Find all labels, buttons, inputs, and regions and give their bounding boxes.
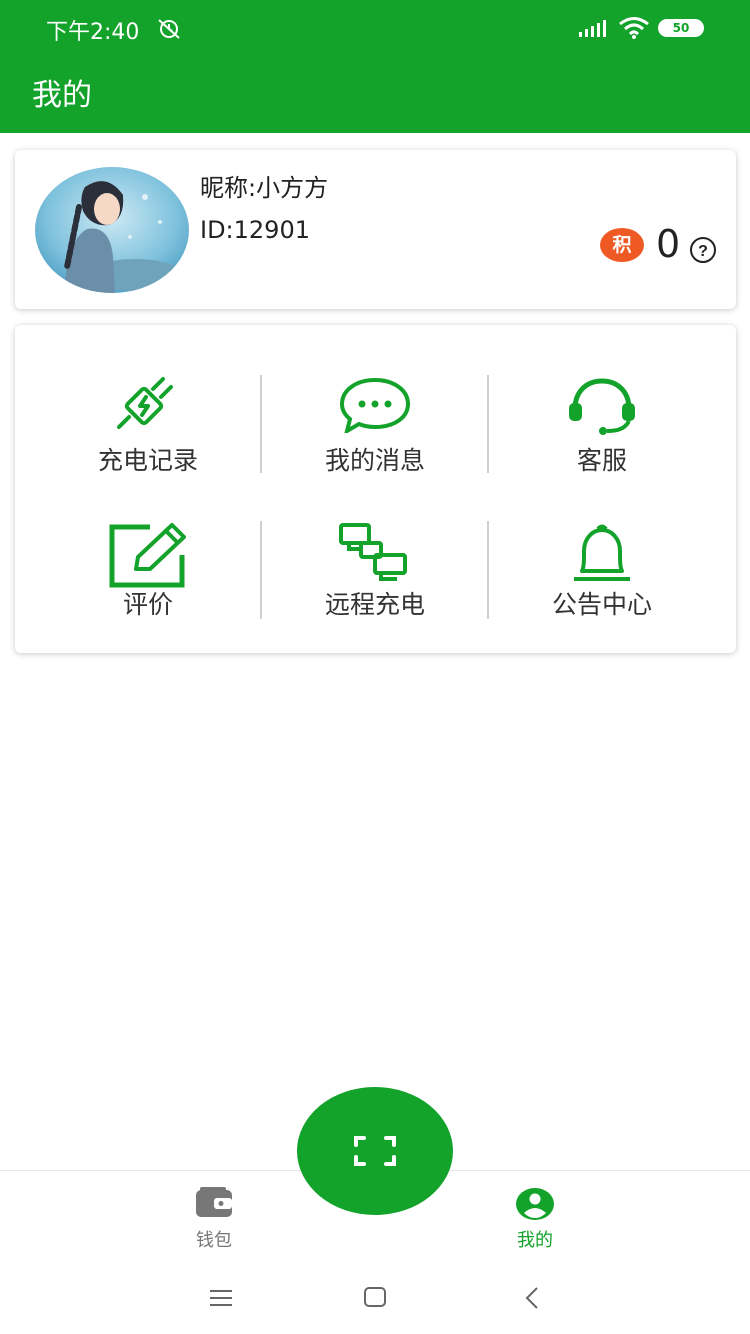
svg-text:?: ? — [698, 243, 708, 260]
help-icon[interactable]: ? — [689, 236, 717, 264]
menu-item-messages[interactable]: 我的消息 — [262, 377, 488, 477]
back-icon[interactable] — [523, 1286, 541, 1310]
menu-label: 充电记录 — [97, 446, 198, 475]
menu-item-announcements[interactable]: 公告中心 — [489, 521, 715, 621]
remote-network-icon — [339, 523, 407, 581]
menu-icon[interactable] — [209, 1288, 233, 1308]
status-time: 下午2:40 — [46, 20, 140, 45]
tab-label: 我的 — [517, 1230, 553, 1251]
scan-icon — [354, 1136, 396, 1166]
points-value: 0 — [656, 222, 681, 266]
battery-indicator: 50 — [658, 19, 704, 37]
menu-grid-card: 充电记录 我的消息 客服 评价 远程充电 公告中心 — [15, 325, 736, 653]
tab-mine[interactable]: 我的 — [475, 1171, 595, 1263]
scan-button[interactable] — [297, 1087, 453, 1215]
bell-icon — [574, 524, 630, 581]
app-header: 下午2:40 50 我的 — [0, 0, 750, 133]
status-bar: 下午2:40 50 — [0, 0, 750, 58]
points-badge: 积 — [600, 228, 644, 262]
menu-label: 评价 — [122, 590, 173, 619]
menu-item-review[interactable]: 评价 — [35, 521, 261, 621]
page-title: 我的 — [32, 78, 92, 113]
menu-item-charge-records[interactable]: 充电记录 — [35, 377, 261, 477]
tab-wallet[interactable]: 钱包 — [154, 1171, 274, 1263]
plug-icon — [117, 377, 173, 429]
wallet-icon — [196, 1187, 232, 1217]
menu-label: 公告中心 — [551, 590, 652, 619]
menu-label: 远程充电 — [324, 590, 425, 619]
edit-icon — [109, 523, 186, 588]
tab-label: 钱包 — [196, 1230, 232, 1251]
system-nav-bar — [0, 1262, 750, 1334]
menu-label: 我的消息 — [324, 446, 425, 475]
chat-bubble-icon — [339, 377, 411, 433]
home-icon[interactable] — [363, 1286, 387, 1308]
menu-item-remote-charge[interactable]: 远程充电 — [262, 521, 488, 621]
profile-card[interactable]: 昵称:小方方 ID:12901 积 0 ? — [15, 150, 736, 309]
menu-label: 客服 — [576, 446, 627, 475]
signal-icon — [579, 20, 606, 37]
wifi-icon — [619, 17, 649, 39]
user-icon — [516, 1188, 554, 1220]
nickname-label: 昵称:小方方 — [200, 174, 329, 202]
user-id-label: ID:12901 — [200, 216, 310, 244]
menu-item-customer-service[interactable]: 客服 — [489, 377, 715, 477]
headset-icon — [569, 378, 635, 435]
avatar[interactable] — [35, 167, 189, 293]
alarm-off-icon — [158, 19, 180, 39]
